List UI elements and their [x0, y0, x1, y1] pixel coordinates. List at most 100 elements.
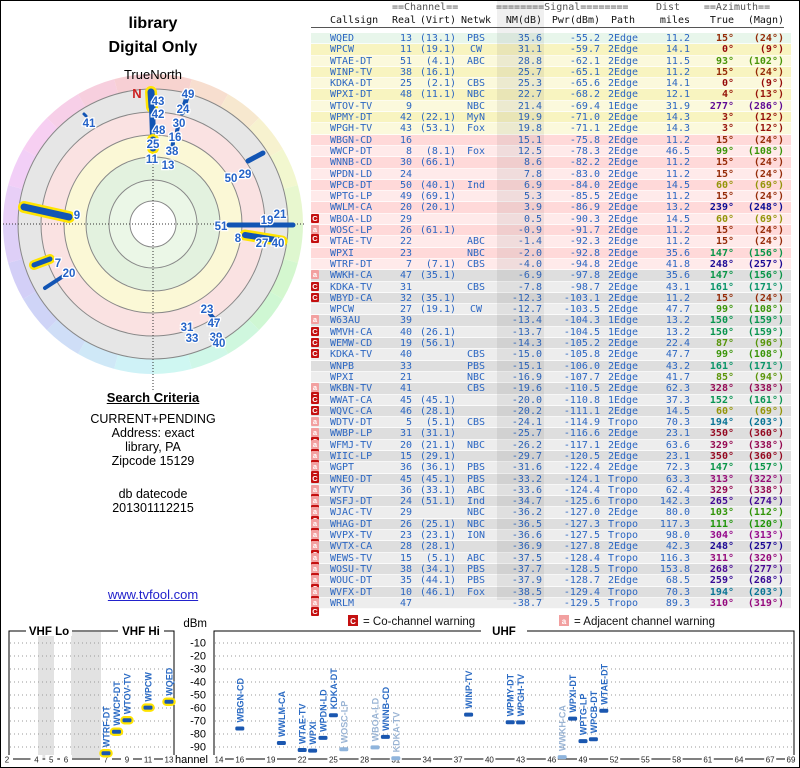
cell-azimuth-magnetic: (24°)	[753, 157, 784, 169]
co-channel-warning-badge: C	[311, 473, 319, 483]
cell-power-dbm: -124.1	[563, 473, 600, 485]
cell-callsign: WPCW	[330, 44, 355, 56]
cell-network	[456, 395, 496, 405]
cell-distance-miles: 62.4	[665, 484, 690, 496]
adjacent-channel-warning-badge: a	[311, 496, 319, 506]
cell-channel-virtual: (28.1)	[419, 405, 456, 417]
cell-channel-real: 20	[399, 202, 412, 214]
adjacent-channel-warning-badge: a	[311, 439, 319, 449]
radar-channel-label: 41	[83, 118, 96, 130]
cell-network: CBS	[466, 78, 486, 90]
cell-channel-virtual: (8.1)	[425, 145, 456, 157]
cell-path: 2Edge	[607, 258, 639, 270]
table-row: WNNB-CD 30 (66.1) 8.6 -82.2 2Edge 11.2 15° (24°)	[311, 157, 791, 169]
cell-azimuth-magnetic: (338°)	[747, 484, 784, 496]
cell-path: 2Edge	[607, 450, 639, 462]
adjacent-channel-warning-badge: a	[311, 428, 319, 438]
cell-network: NBC	[466, 89, 486, 101]
cell-network: NBC	[466, 439, 486, 451]
cell-network: PBS	[466, 360, 486, 372]
cell-path: 2Edge	[607, 78, 639, 90]
cell-callsign: WOSU-TV	[330, 563, 373, 575]
dbm-tick-label: -40	[190, 677, 206, 689]
table-row: aCWVTX-CA28(28.1)-36.9-127.82Edge42.3248…	[311, 541, 791, 560]
cell-power-dbm: -94.8	[569, 258, 600, 270]
co-channel-warning-badge: C	[311, 349, 319, 359]
table-row: C WBYD-CA 32 (35.1) -12.3 -103.1 2Edge 11.2 15° (…	[311, 292, 791, 305]
cell-channel-virtual: (61.1)	[419, 225, 456, 237]
cell-channel-virtual: (5.1)	[425, 552, 456, 564]
cell-callsign: WWBP-LP	[330, 428, 373, 440]
cell-noise-margin: 21.4	[517, 100, 542, 112]
table-row: WPGH-TV 43 (53.1) Fox 19.8 -71.1 2Edge 14.3 3° (1…	[311, 123, 791, 135]
cell-power-dbm: -129.4	[563, 586, 600, 598]
channel-tick-label: 16	[235, 756, 244, 765]
cell-noise-margin: -25.7	[511, 428, 542, 440]
cell-channel-real: 28	[399, 541, 412, 553]
radar-channel-label: 40	[213, 338, 226, 350]
cell-channel-virtual	[412, 101, 456, 111]
cell-noise-margin: 19.8	[517, 123, 542, 135]
adjacent-channel-warning-badge: a	[311, 597, 319, 607]
cell-network	[456, 598, 496, 608]
cell-distance-miles: 11.2	[665, 134, 690, 146]
channel-tick-label: 67	[766, 756, 775, 765]
channel-tick-label: 22	[298, 756, 307, 765]
cell-azimuth-true: 194°	[709, 417, 734, 429]
cell-azimuth-true: 328°	[709, 383, 734, 395]
radar-channel-label: 49	[182, 89, 195, 101]
cell-channel-virtual: (16.1)	[419, 66, 456, 78]
cell-path: 2Edge	[607, 270, 639, 282]
cell-noise-margin: -26.2	[511, 439, 542, 451]
cell-path: Tropo	[607, 552, 639, 564]
cell-callsign: WQED	[330, 33, 355, 44]
cell-callsign: WGPT	[330, 462, 355, 474]
cell-callsign: WTAE-TV	[330, 236, 373, 248]
cell-callsign: WPCW	[330, 304, 355, 316]
cell-power-dbm: -78.3	[569, 145, 600, 157]
cell-network: CBS	[466, 281, 486, 293]
cell-path: 2Edge	[607, 202, 639, 214]
cell-distance-miles: 41.8	[665, 258, 690, 270]
adjacent-channel-warning-badge: a	[311, 563, 319, 573]
cell-channel-virtual	[412, 598, 456, 608]
channel-tick-label: 13	[165, 756, 174, 765]
cell-channel-real: 47	[399, 270, 412, 282]
cell-network	[456, 202, 496, 212]
cell-power-dbm: -71.1	[569, 123, 600, 135]
cell-azimuth-magnetic: (69°)	[753, 405, 784, 417]
cell-azimuth-magnetic: (108°)	[747, 145, 784, 157]
cell-azimuth-magnetic: (24°)	[753, 66, 784, 78]
chart-bar	[391, 756, 401, 761]
cell-power-dbm: -127.5	[563, 530, 600, 542]
cell-path: 2Edge	[607, 371, 639, 383]
cell-distance-miles: 13.2	[665, 202, 690, 214]
table-row: WPXI 21 NBC -16.9 -107.7 2Edge 41.7 85° (94°)	[311, 371, 791, 384]
cell-channel-real: 11	[399, 44, 412, 56]
adjacent-channel-warning-badge: a	[311, 575, 319, 585]
cell-noise-margin: 0.5	[523, 213, 542, 225]
cell-distance-miles: 14.3	[665, 123, 690, 135]
cell-azimuth-true: 103°	[709, 507, 734, 519]
cell-distance-miles: 68.5	[665, 575, 690, 587]
table-row: WWLM-CA 20 (20.1) 3.9 -86.9 2Edge 13.2 239° (248…	[311, 202, 791, 214]
radar-channel-label: 51	[215, 221, 228, 233]
cell-channel-virtual: (35.1)	[419, 270, 456, 282]
cell-channel-virtual: (69.1)	[419, 191, 456, 203]
table-row: KDKA-DT 25 (2.1) CBS 25.3 -65.6 2Edge 14.1 0° (9°…	[311, 78, 791, 90]
table-row: C WNEO-DT 45 (45.1) PBS -33.2 -124.1 Tropo 63.3 3…	[311, 473, 791, 485]
tvfool-link[interactable]: www.tvfool.com	[108, 587, 198, 602]
cell-network: ABC	[466, 55, 486, 67]
cell-azimuth-magnetic: (108°)	[747, 349, 784, 361]
table-row: aCWHAG-DT26(25.1)NBC-36.5-127.3Tropo117.…	[311, 518, 791, 537]
cell-azimuth-true: 85°	[715, 371, 734, 383]
co-channel-warning-badge: C	[311, 281, 319, 291]
cell-distance-miles: 11.2	[665, 225, 690, 237]
cell-callsign: WVTX-CA	[330, 541, 373, 553]
table-row: WPCB-DT 50 (40.1) Ind 6.9 -84.0 2Edge 14.5 60° (6…	[311, 179, 791, 192]
cell-azimuth-magnetic: (360°)	[747, 428, 784, 440]
cell-path: 2Edge	[607, 66, 639, 78]
channel-tick-label: 49	[579, 756, 588, 765]
cell-channel-virtual: (45.1)	[419, 394, 456, 406]
cell-azimuth-true: 15°	[715, 236, 734, 248]
